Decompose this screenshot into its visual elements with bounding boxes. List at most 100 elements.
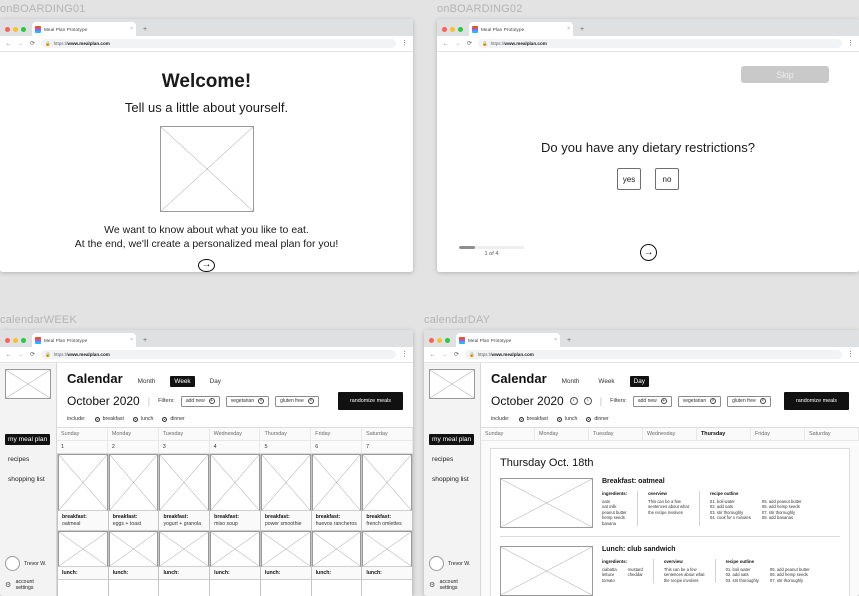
lunch-cell[interactable]: lunch: [159,567,210,580]
day-of-week-header[interactable]: Monday [108,428,159,440]
browser-menu-icon[interactable]: ⋮ [401,351,408,358]
date-number[interactable]: 7 [362,441,413,453]
window-traffic-lights[interactable] [429,338,450,347]
breakfast-cell[interactable]: breakfast: eggs + toast [108,511,159,531]
close-window-icon[interactable] [442,27,447,32]
reload-icon[interactable]: ⟳ [453,351,460,358]
minimize-window-icon[interactable] [437,338,442,343]
close-tab-icon[interactable]: × [130,26,133,32]
plus-icon[interactable]: + [660,398,667,404]
filter-chip-vegetarian[interactable]: vegetarian × [677,395,722,407]
minimize-window-icon[interactable] [13,27,18,32]
sidebar-item-my-meal-plan[interactable]: my meal plan [5,434,51,445]
browser-tab[interactable]: Meal Plan Prototype × [32,22,136,36]
day-of-week-header[interactable]: Monday [535,428,589,440]
browser-tab[interactable]: Meal Plan Prototype × [456,333,560,347]
day-of-week-header[interactable]: Wednesday [210,428,261,440]
plus-icon[interactable]: + [208,398,215,404]
new-tab-icon[interactable]: + [567,337,571,347]
next-day-button[interactable]: › [583,397,592,405]
radio-icon[interactable] [586,416,592,422]
date-number[interactable]: 6 [311,441,363,453]
browser-menu-icon[interactable]: ⋮ [847,40,854,47]
next-button[interactable]: → [198,258,215,272]
close-window-icon[interactable] [429,338,434,343]
close-tab-icon[interactable]: × [567,26,570,32]
skip-button[interactable]: Skip [741,66,829,83]
day-of-week-header[interactable]: Tuesday [159,428,210,440]
include-option-dinner[interactable]: dinner [586,416,609,422]
browser-tab[interactable]: Meal Plan Prototype × [469,22,573,36]
lunch-cell[interactable]: lunch: [210,567,260,580]
date-number[interactable]: 1 [57,441,108,453]
include-option-lunch[interactable]: lunch [556,416,577,422]
sidebar-item-my-meal-plan[interactable]: my meal plan [429,434,475,445]
randomize-meals-button[interactable]: randomize meals [783,392,849,410]
filter-chip-add-new[interactable]: add new + [180,395,220,407]
back-icon[interactable]: ← [429,352,436,358]
address-input[interactable]: 🔒 https://www.mealplan.com [478,39,842,48]
breakfast-cell[interactable]: breakfast: miso soup [210,511,260,531]
yes-button[interactable]: yes [617,168,641,190]
forward-icon[interactable]: → [454,41,461,47]
sidebar-item-shopping-list[interactable]: shopping list [429,474,472,485]
day-of-week-header[interactable]: Friday [751,428,805,440]
close-tab-icon[interactable]: × [130,337,133,343]
include-option-breakfast[interactable]: breakfast [518,416,548,422]
close-icon[interactable]: × [307,398,314,404]
new-tab-icon[interactable]: + [580,26,584,36]
window-traffic-lights[interactable] [442,27,463,36]
date-number[interactable]: 4 [210,441,261,453]
close-window-icon[interactable] [5,338,10,343]
address-input[interactable]: 🔒 https://www.mealplan.com [41,39,396,48]
sidebar-item-recipes[interactable]: recipes [429,454,456,465]
prev-day-button[interactable]: ‹ [569,397,578,405]
sidebar-item-shopping-list[interactable]: shopping list [5,474,48,485]
lunch-cell[interactable]: lunch: [58,567,108,580]
maximize-window-icon[interactable] [445,338,450,343]
radio-icon[interactable] [94,416,100,422]
back-icon[interactable]: ← [442,41,449,47]
include-option-lunch[interactable]: lunch [132,416,153,422]
user-row[interactable]: Trevor W. [5,556,51,571]
breakfast-cell[interactable]: breakfast: french omlettes [362,511,413,531]
forward-icon[interactable]: → [17,41,24,47]
window-traffic-lights[interactable] [5,338,26,347]
close-icon[interactable]: × [759,398,766,404]
back-icon[interactable]: ← [5,41,12,47]
next-button[interactable]: → [640,244,657,261]
include-option-breakfast[interactable]: breakfast [94,416,124,422]
filter-chip-add-new[interactable]: add new + [632,395,672,407]
close-icon[interactable]: × [710,398,717,404]
forward-icon[interactable]: → [441,352,448,358]
new-tab-icon[interactable]: + [143,337,147,347]
randomize-meals-button[interactable]: randomize meals [337,392,403,410]
browser-menu-icon[interactable]: ⋮ [401,40,408,47]
breakfast-cell[interactable]: breakfast: power smoothie [260,511,311,531]
day-of-week-header[interactable]: Sunday [481,428,535,440]
tab-day[interactable]: Day [629,376,650,387]
forward-icon[interactable]: → [17,352,24,358]
browser-menu-icon[interactable]: ⋮ [847,351,854,358]
maximize-window-icon[interactable] [458,27,463,32]
date-number[interactable]: 5 [260,441,312,453]
lunch-cell[interactable]: lunch: [362,567,413,580]
new-tab-icon[interactable]: + [143,26,147,36]
address-input[interactable]: 🔒 https://www.mealplan.com [465,350,842,359]
tab-week[interactable]: Week [170,376,195,387]
breakfast-cell[interactable]: breakfast: oatmeal [58,511,108,531]
filter-chip-gluten-free[interactable]: gluten free × [275,395,319,407]
close-icon[interactable]: × [258,398,265,404]
no-button[interactable]: no [655,168,679,190]
account-settings-row[interactable]: ⚙ account settings [5,579,51,591]
maximize-window-icon[interactable] [21,338,26,343]
day-of-week-header[interactable]: Sunday [57,428,108,440]
address-input[interactable]: 🔒 https://www.mealplan.com [41,350,396,359]
day-of-week-header[interactable]: Thursday [260,428,312,440]
minimize-window-icon[interactable] [450,27,455,32]
tab-month[interactable]: Month [134,376,160,387]
window-traffic-lights[interactable] [5,27,26,36]
radio-icon[interactable] [132,416,138,422]
close-tab-icon[interactable]: × [554,337,557,343]
day-of-week-header[interactable]: Saturday [805,428,859,440]
